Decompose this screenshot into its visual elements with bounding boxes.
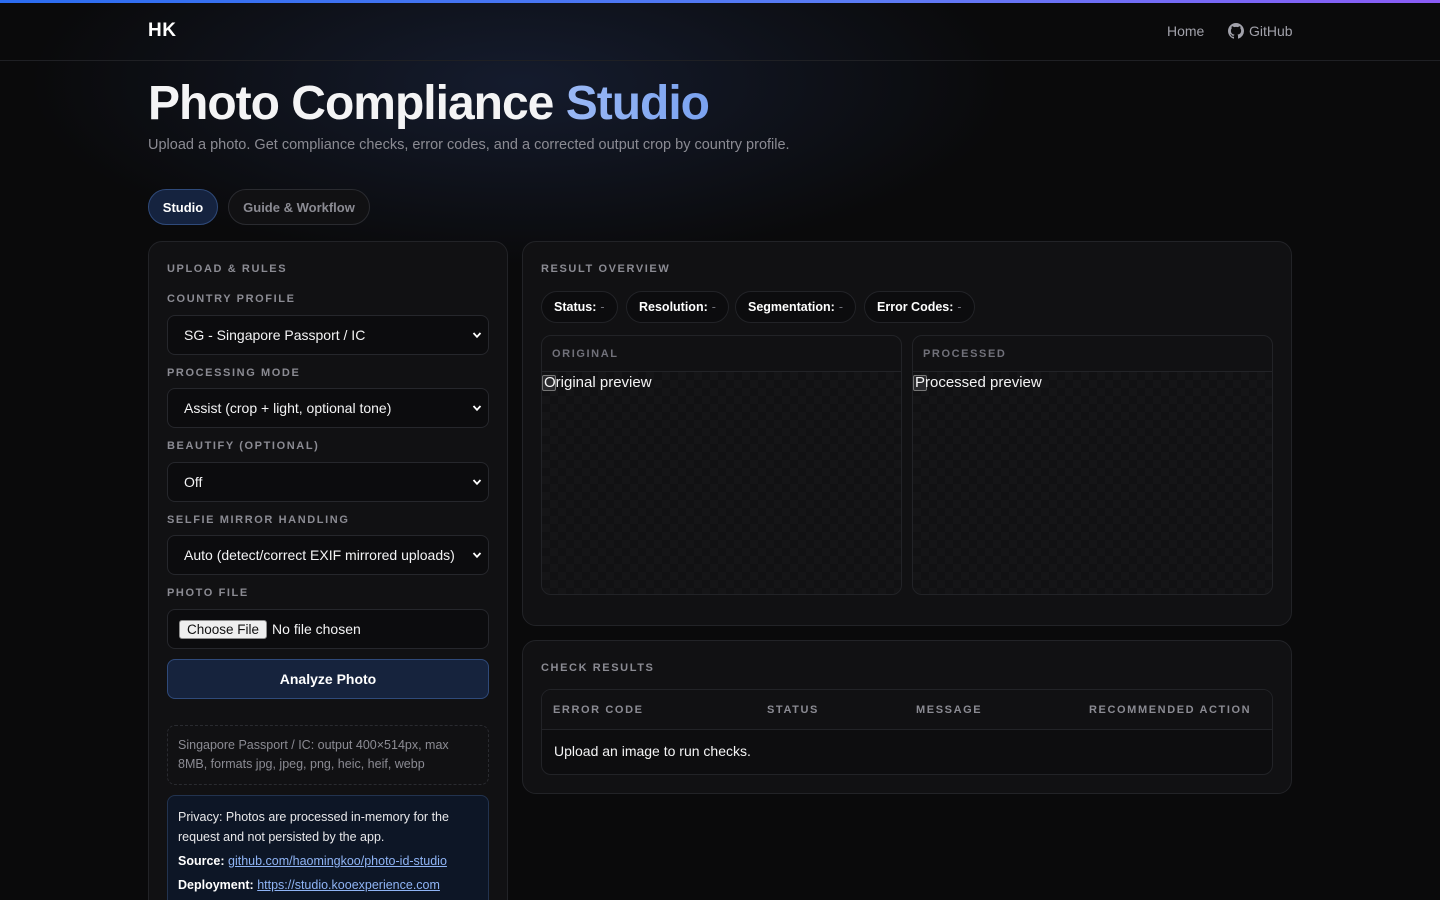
result-overview-title: RESULT OVERVIEW (541, 263, 671, 275)
processed-preview-alt: Processed preview (915, 374, 1042, 391)
processing-mode-select[interactable]: Assist (crop + light, optional tone) (167, 388, 489, 428)
status-pill-value: - (600, 300, 605, 314)
column-message: MESSAGE (916, 704, 983, 716)
chevron-down-icon (472, 552, 482, 559)
column-error-code: ERROR CODE (553, 704, 644, 716)
result-overview-panel: RESULT OVERVIEW Status: - Resolution: - Se… (522, 241, 1292, 626)
nav-github-label: GitHub (1249, 23, 1293, 39)
photo-file-input[interactable]: Choose File No file chosen (167, 609, 489, 649)
original-preview-area: Original preview (542, 372, 901, 594)
deployment-row: Deployment: https://studio.kooexperience… (178, 875, 478, 895)
page-subtitle: Upload a photo. Get compliance checks, e… (148, 137, 790, 153)
upload-rules-panel: UPLOAD & RULES COUNTRY PROFILE SG - Sing… (148, 241, 508, 900)
choose-file-button[interactable]: Choose File (179, 619, 268, 639)
resolution-pill-label: Resolution: (639, 300, 708, 314)
country-profile-value: SG - Singapore Passport / IC (184, 327, 366, 343)
error-codes-pill-value: - (957, 300, 962, 314)
check-results-title: CHECK RESULTS (541, 662, 655, 674)
country-profile-label: COUNTRY PROFILE (167, 293, 296, 305)
file-status: No file chosen (272, 621, 361, 637)
beautify-value: Off (184, 474, 203, 490)
original-preview-image: Original preview (542, 374, 652, 391)
check-results-table: ERROR CODE STATUS MESSAGE RECOMMENDED AC… (541, 689, 1273, 775)
tab-guide-workflow[interactable]: Guide & Workflow (228, 189, 370, 225)
page-title-main: Photo Compliance (148, 77, 554, 130)
chevron-down-icon (472, 479, 482, 486)
original-preview-card: ORIGINAL Original preview (541, 335, 902, 595)
mirror-label: SELFIE MIRROR HANDLING (167, 514, 350, 526)
deployment-label: Deployment: (178, 878, 254, 892)
beautify-select[interactable]: Off (167, 462, 489, 502)
error-codes-pill-label: Error Codes: (877, 300, 954, 314)
processing-mode-label: PROCESSING MODE (167, 367, 301, 379)
processed-label: PROCESSED (913, 336, 1272, 372)
nav-github-link[interactable]: GitHub (1228, 23, 1293, 39)
segmentation-pill-label: Segmentation: (748, 300, 835, 314)
column-status: STATUS (767, 704, 819, 716)
source-row: Source: github.com/haomingkoo/photo-id-s… (178, 851, 478, 871)
resolution-pill: Resolution: - (626, 291, 729, 323)
chevron-down-icon (472, 332, 482, 339)
page-title-accent: Studio (565, 77, 710, 130)
profile-info: Singapore Passport / IC: output 400×514p… (167, 725, 489, 785)
tab-studio[interactable]: Studio (148, 189, 218, 225)
privacy-notice: Privacy: Photos are processed in-memory … (167, 795, 489, 900)
nav-home-link[interactable]: Home (1167, 23, 1204, 39)
mirror-value: Auto (detect/correct EXIF mirrored uploa… (184, 547, 455, 563)
logo[interactable]: HK (148, 20, 176, 42)
check-results-panel: CHECK RESULTS ERROR CODE STATUS MESSAGE … (522, 640, 1292, 794)
source-link[interactable]: github.com/haomingkoo/photo-id-studio (228, 854, 447, 868)
segmentation-pill: Segmentation: - (735, 291, 856, 323)
column-recommended-action: RECOMMENDED ACTION (1089, 704, 1252, 716)
processed-preview-card: PROCESSED Processed preview (912, 335, 1273, 595)
mirror-select[interactable]: Auto (detect/correct EXIF mirrored uploa… (167, 535, 489, 575)
chevron-down-icon (472, 405, 482, 412)
privacy-text: Privacy: Photos are processed in-memory … (178, 810, 449, 844)
status-pill: Status: - (541, 291, 618, 323)
original-preview-alt: Original preview (544, 374, 652, 391)
upload-rules-title: UPLOAD & RULES (167, 263, 288, 275)
empty-table-message: Upload an image to run checks. (554, 743, 751, 759)
status-pill-label: Status: (554, 300, 597, 314)
photo-file-label: PHOTO FILE (167, 587, 249, 599)
processed-preview-area: Processed preview (913, 372, 1272, 594)
github-icon (1228, 23, 1244, 39)
beautify-label: BEAUTIFY (OPTIONAL) (167, 440, 320, 452)
country-profile-select[interactable]: SG - Singapore Passport / IC (167, 315, 489, 355)
segmentation-pill-value: - (838, 300, 843, 314)
error-codes-pill: Error Codes: - (864, 291, 975, 323)
page-title: Photo Compliance Studio (148, 76, 710, 131)
processed-preview-image: Processed preview (913, 374, 1042, 391)
deployment-link[interactable]: https://studio.kooexperience.com (257, 878, 440, 892)
source-label: Source: (178, 854, 225, 868)
top-navbar: HK Home GitHub (0, 3, 1440, 61)
processing-mode-value: Assist (crop + light, optional tone) (184, 400, 392, 416)
table-header: ERROR CODE STATUS MESSAGE RECOMMENDED AC… (542, 690, 1272, 730)
analyze-photo-button[interactable]: Analyze Photo (167, 659, 489, 699)
original-label: ORIGINAL (542, 336, 901, 372)
resolution-pill-value: - (711, 300, 716, 314)
